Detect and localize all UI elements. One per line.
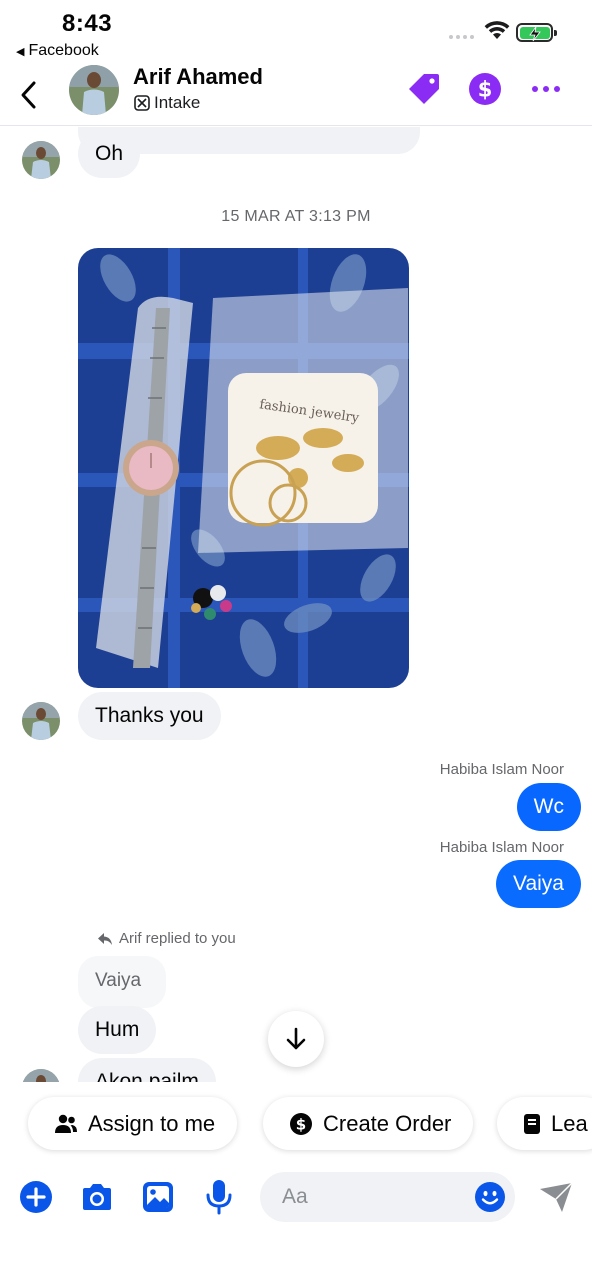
emoji-icon [475,1182,505,1212]
message-bubble-wc[interactable]: Wc [516,783,581,831]
wifi-icon [484,20,510,45]
svg-text:$: $ [296,1115,306,1133]
reply-note-text: Arif replied to you [119,930,236,947]
people-icon [55,1114,77,1133]
back-app-label: Facebook [28,42,99,59]
lead-button[interactable]: Lea [497,1097,592,1150]
tag-button[interactable] [407,72,441,106]
arrow-down-icon [286,1027,306,1050]
plus-icon [20,1181,52,1213]
status-bar: 8:43 ◀ Facebook [0,0,592,62]
message-bubble-thanks[interactable]: Thanks you [78,692,221,740]
message-input[interactable]: Aa [260,1172,515,1222]
more-icon [532,86,560,92]
message-bubble-hum[interactable]: Hum [78,1006,157,1054]
reply-icon [98,932,112,945]
sender-avatar[interactable] [22,702,60,740]
message-bubble-akon[interactable]: Akon pailm [78,1058,216,1082]
sender-name: Habiba Islam Noor [439,839,564,856]
create-order-label: Create Order [323,1110,452,1136]
message-bubble-vaiya[interactable]: Vaiya [496,860,581,908]
sender-avatar[interactable] [22,141,60,179]
contact-name: Arif Ahamed [133,64,263,89]
message-bubble-oh[interactable]: Oh [78,130,141,178]
dollar-icon: $ [469,73,501,105]
signal-icon [449,35,474,39]
dollar-circle-icon: $ [290,1112,312,1135]
conversation-area[interactable]: Oh 15 MAR AT 3:13 PM fashion jewelry Tha… [0,127,592,1082]
more-button[interactable] [529,72,563,106]
back-to-app-link[interactable]: ◀ Facebook [16,42,99,60]
reply-note: Arif replied to you [97,930,236,947]
assign-to-me-label: Assign to me [88,1110,216,1136]
sender-avatar[interactable] [22,1069,60,1082]
scroll-down-button[interactable] [268,1011,324,1067]
assign-to-me-button[interactable]: Assign to me [28,1097,238,1150]
quoted-message[interactable]: Vaiya [78,956,166,1008]
message-photo[interactable]: fashion jewelry [78,248,409,688]
back-button[interactable] [14,78,42,112]
message-composer: Aa [0,1170,592,1226]
add-button[interactable] [18,1179,54,1215]
document-icon [524,1113,540,1134]
mic-icon [206,1180,232,1215]
gallery-icon [143,1182,173,1212]
send-button[interactable] [538,1179,574,1215]
status-time: 8:43 [62,10,113,37]
create-order-button[interactable]: $ Create Order [263,1097,474,1150]
gallery-button[interactable] [140,1179,176,1215]
battery-icon [516,23,557,42]
chevron-left-icon [21,81,36,109]
intake-icon [134,95,150,111]
message-input-placeholder: Aa [282,1185,308,1208]
payment-button[interactable]: $ [468,72,502,106]
contact-avatar[interactable] [69,65,119,115]
quick-actions-bar: Assign to me $ Create Order Lea [0,1097,592,1152]
voice-button[interactable] [201,1179,237,1215]
camera-button[interactable] [79,1179,115,1215]
emoji-button[interactable] [474,1181,506,1218]
camera-icon [83,1184,111,1210]
intake-label-text: Intake [154,93,201,112]
send-icon [540,1182,573,1212]
message-timestamp: 15 MAR AT 3:13 PM [221,208,371,225]
intake-label[interactable]: Intake [133,93,200,113]
svg-text:$: $ [478,78,493,102]
tag-icon [409,74,439,104]
chat-header: Arif Ahamed Intake $ [0,62,592,126]
sender-name: Habiba Islam Noor [439,761,564,778]
back-triangle-icon: ◀ [16,45,25,58]
lead-label: Lea [551,1110,588,1136]
